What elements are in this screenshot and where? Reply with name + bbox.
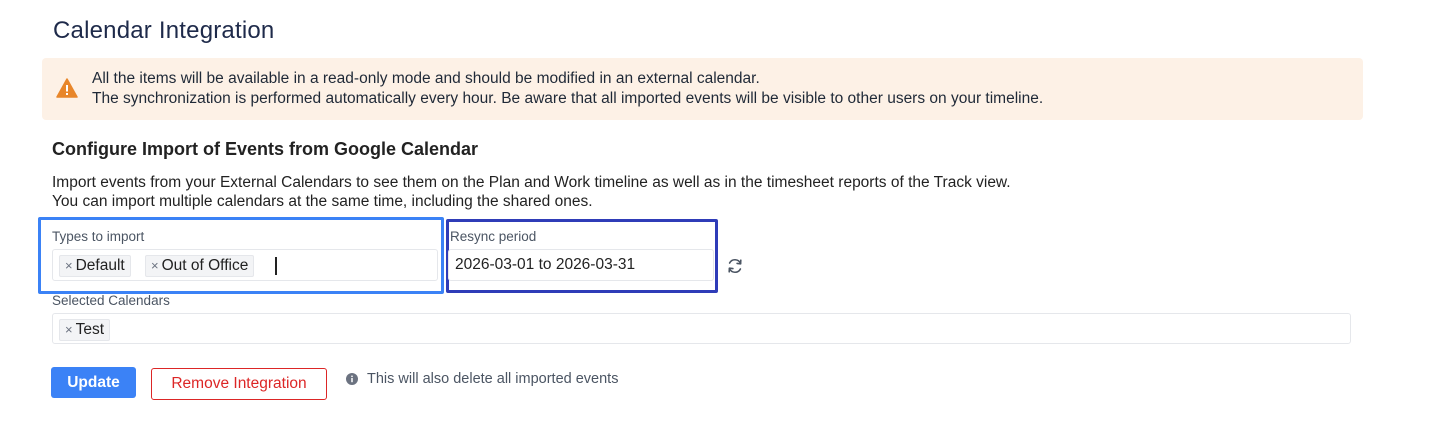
tag-default: × Default [59,255,131,277]
alert-line-2: The synchronization is performed automat… [92,90,1044,107]
alert-line-1: All the items will be available in a rea… [92,70,760,87]
calendars-select[interactable]: × Test [52,313,1351,344]
update-button[interactable]: Update [51,367,136,398]
tag-label: Out of Office [161,257,249,274]
tag-remove-icon[interactable]: × [151,258,159,273]
tag-label: Test [75,321,105,338]
section-description-2: You can import multiple calendars at the… [52,193,593,210]
tag-out-of-office: × Out of Office [145,255,255,277]
section-description-1: Import events from your External Calenda… [52,174,1011,191]
calendars-label: Selected Calendars [52,293,170,308]
delete-warning-text: This will also delete all imported event… [367,371,619,387]
remove-integration-button[interactable]: Remove Integration [151,368,327,400]
tag-remove-icon[interactable]: × [65,322,73,337]
resync-period-value: 2026-03-01 to 2026-03-31 [455,256,636,273]
types-select[interactable]: × Default × Out of Office [52,249,438,281]
tag-test: × Test [59,319,111,341]
refresh-icon[interactable] [726,257,744,275]
resync-period-input[interactable]: 2026-03-01 to 2026-03-31 [448,249,714,281]
page-title: Calendar Integration [53,17,275,44]
warning-alert: All the items will be available in a rea… [42,58,1363,120]
resync-label: Resync period [450,229,537,244]
warning-icon [56,78,78,98]
types-label: Types to import [52,229,145,244]
section-title: Configure Import of Events from Google C… [52,139,479,159]
text-caret [275,257,277,275]
info-icon [346,373,358,385]
tag-remove-icon[interactable]: × [65,258,73,273]
tag-label: Default [75,257,125,274]
